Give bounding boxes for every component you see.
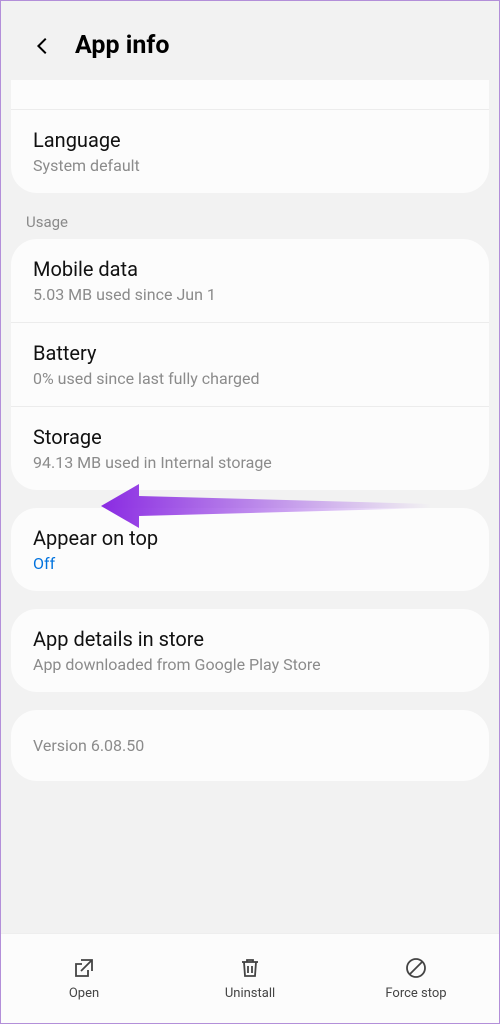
chevron-left-icon — [32, 35, 54, 57]
card-usage: Mobile data 5.03 MB used since Jun 1 Bat… — [11, 239, 489, 490]
row-appear-on-top[interactable]: Appear on top Off — [11, 508, 489, 591]
row-title: Language — [33, 128, 467, 152]
open-icon — [72, 956, 96, 980]
back-button[interactable] — [29, 32, 57, 60]
bottom-bar: Open Uninstall Force stop — [1, 933, 499, 1023]
uninstall-button[interactable]: Uninstall — [167, 934, 333, 1023]
row-language[interactable]: Language System default — [11, 110, 489, 193]
button-label: Open — [69, 986, 99, 1001]
open-button[interactable]: Open — [1, 934, 167, 1023]
row-mobile-data[interactable]: Mobile data 5.03 MB used since Jun 1 — [11, 239, 489, 322]
row-sub: System default — [33, 156, 467, 175]
row-sub: Off — [33, 554, 467, 573]
row-sub: 5.03 MB used since Jun 1 — [33, 285, 467, 304]
trash-icon — [238, 956, 262, 980]
version-label: Version 6.08.50 — [11, 710, 489, 781]
header: App info — [1, 1, 499, 80]
row-store-details[interactable]: App details in store App downloaded from… — [11, 609, 489, 692]
row-title: Battery — [33, 341, 467, 365]
card-general: Language System default — [11, 80, 489, 193]
button-label: Uninstall — [225, 986, 275, 1001]
section-label-usage: Usage — [1, 193, 499, 239]
row-storage[interactable]: Storage 94.13 MB used in Internal storag… — [11, 406, 489, 490]
button-label: Force stop — [385, 986, 446, 1001]
row-sub: 94.13 MB used in Internal storage — [33, 453, 467, 472]
card-appear-on-top: Appear on top Off — [11, 508, 489, 591]
force-stop-button[interactable]: Force stop — [333, 934, 499, 1023]
row-title: Storage — [33, 425, 467, 449]
page-title: App info — [75, 31, 169, 60]
row-title: Mobile data — [33, 257, 467, 281]
row-sub: App downloaded from Google Play Store — [33, 655, 467, 674]
stop-icon — [404, 956, 428, 980]
row-sub: 0% used since last fully charged — [33, 369, 467, 388]
row-title: Appear on top — [33, 526, 467, 550]
card-store-details: App details in store App downloaded from… — [11, 609, 489, 692]
prev-item-peek[interactable] — [11, 80, 489, 110]
row-battery[interactable]: Battery 0% used since last fully charged — [11, 322, 489, 406]
card-version: Version 6.08.50 — [11, 710, 489, 781]
row-title: App details in store — [33, 627, 467, 651]
